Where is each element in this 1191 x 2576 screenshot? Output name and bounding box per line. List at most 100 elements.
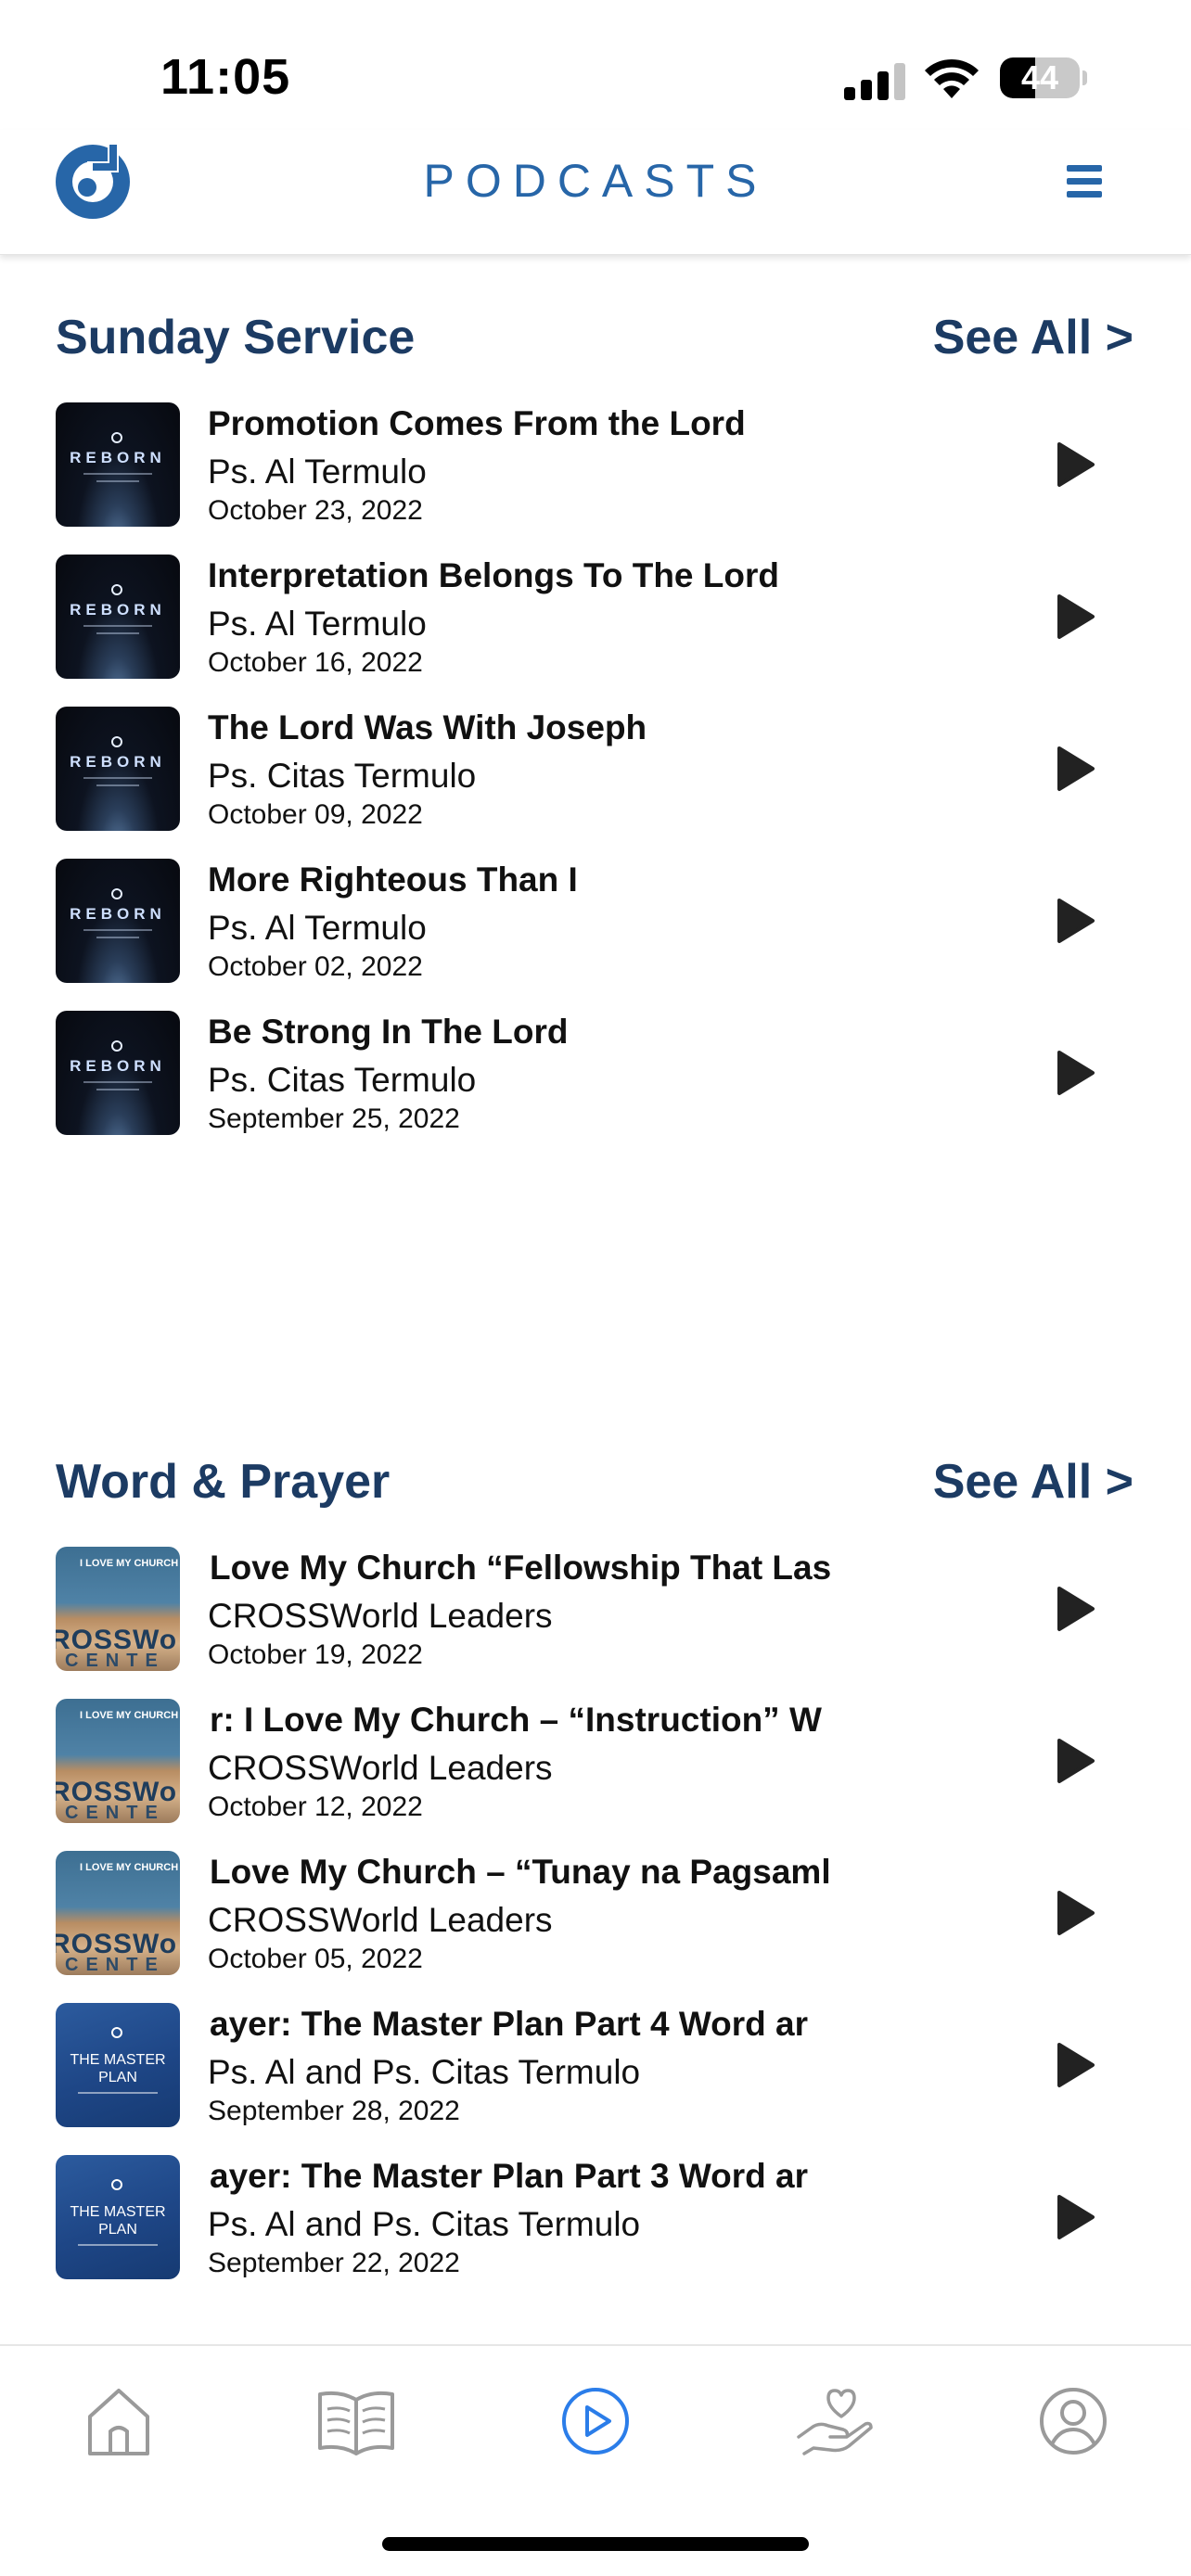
episode-info: Love My Church – “Tunay na Pagsaml CROSS… xyxy=(208,1851,911,1975)
cellular-signal-icon xyxy=(844,61,905,100)
episode-date: September 28, 2022 xyxy=(208,2096,460,2126)
episode-date: September 22, 2022 xyxy=(208,2248,460,2278)
episode-info: Promotion Comes From the Lord Ps. Al Ter… xyxy=(208,402,911,527)
thumbnail-label: REBORN xyxy=(70,1057,166,1075)
see-all-link[interactable]: See All > xyxy=(933,1454,1133,1510)
episode-title: More Righteous Than I xyxy=(208,861,578,899)
play-icon[interactable] xyxy=(1052,441,1098,488)
episode-thumbnail: REBORN xyxy=(56,555,180,679)
play-circle-icon[interactable] xyxy=(554,2379,637,2463)
podcast-item[interactable]: REBORN The Lord Was With Joseph Ps. Cita… xyxy=(56,707,1135,836)
status-time: 11:05 xyxy=(160,49,291,105)
section-header-word-prayer: Word & Prayer See All > xyxy=(56,1454,1135,1519)
episode-date: October 02, 2022 xyxy=(208,951,423,982)
episode-title: Interpretation Belongs To The Lord xyxy=(208,556,779,594)
podcast-item[interactable]: THE MASTER PLAN ayer: The Master Plan Pa… xyxy=(56,2155,1135,2285)
play-icon[interactable] xyxy=(1052,593,1098,640)
battery-nub xyxy=(1082,70,1087,85)
podcast-item[interactable]: I LOVE MY CHURCH ROSSWo CENTE r: I Love … xyxy=(56,1699,1135,1829)
episode-speaker: Ps. Citas Termulo xyxy=(208,1061,477,1099)
section-title: Sunday Service xyxy=(56,311,416,364)
podcast-item[interactable]: I LOVE MY CHURCH ROSSWo CENTE Love My Ch… xyxy=(56,1851,1135,1981)
play-icon[interactable] xyxy=(1052,1586,1098,1632)
book-icon[interactable] xyxy=(314,2379,398,2463)
home-icon[interactable] xyxy=(77,2379,160,2463)
thumbnail-sign-subtext: CENTE xyxy=(65,1651,165,1671)
episode-title: ayer: The Master Plan Part 3 Word ar xyxy=(210,2157,808,2195)
play-icon[interactable] xyxy=(1052,1738,1098,1784)
hamburger-menu-icon[interactable] xyxy=(1063,158,1108,202)
episode-info: Love My Church “Fellowship That Las CROS… xyxy=(208,1547,911,1671)
episode-thumbnail: I LOVE MY CHURCH ROSSWo CENTE xyxy=(56,1851,180,1975)
episode-info: Be Strong In The Lord Ps. Citas Termulo … xyxy=(208,1011,911,1135)
episode-date: October 09, 2022 xyxy=(208,799,423,830)
episode-title: Promotion Comes From the Lord xyxy=(208,404,746,442)
see-all-link[interactable]: See All > xyxy=(933,310,1133,365)
episode-info: ayer: The Master Plan Part 4 Word ar Ps.… xyxy=(208,2003,911,2127)
thumbnail-label: THE MASTER PLAN xyxy=(70,2052,166,2085)
episode-thumbnail: THE MASTER PLAN xyxy=(56,2155,180,2279)
episode-info: Interpretation Belongs To The Lord Ps. A… xyxy=(208,555,911,679)
podcast-item[interactable]: REBORN Interpretation Belongs To The Lor… xyxy=(56,555,1135,684)
episode-date: October 12, 2022 xyxy=(208,1792,423,1822)
page-title: PODCASTS xyxy=(423,155,768,207)
episode-title: Love My Church – “Tunay na Pagsaml xyxy=(210,1853,831,1891)
episode-speaker: Ps. Al Termulo xyxy=(208,909,427,947)
episode-thumbnail: I LOVE MY CHURCH ROSSWo CENTE xyxy=(56,1547,180,1671)
status-bar: 11:05 44 xyxy=(0,0,1191,139)
episode-date: October 16, 2022 xyxy=(208,647,423,678)
thumbnail-label: REBORN xyxy=(70,905,166,923)
episode-thumbnail: REBORN xyxy=(56,707,180,831)
episode-thumbnail: REBORN xyxy=(56,402,180,527)
app-header: PODCASTS xyxy=(0,130,1191,255)
episode-date: October 19, 2022 xyxy=(208,1639,423,1670)
episode-info: ayer: The Master Plan Part 3 Word ar Ps.… xyxy=(208,2155,911,2279)
play-icon[interactable] xyxy=(1052,2194,1098,2240)
thumbnail-label: I LOVE MY CHURCH xyxy=(80,1862,179,1873)
thumbnail-label: REBORN xyxy=(70,753,166,771)
thumbnail-label: REBORN xyxy=(70,449,166,466)
episode-speaker: Ps. Al Termulo xyxy=(208,453,427,491)
play-icon[interactable] xyxy=(1052,1890,1098,1936)
heart-hand-icon[interactable] xyxy=(793,2379,877,2463)
episode-thumbnail: I LOVE MY CHURCH ROSSWo CENTE xyxy=(56,1699,180,1823)
episode-speaker: Ps. Al and Ps. Citas Termulo xyxy=(208,2205,641,2243)
episode-info: More Righteous Than I Ps. Al Termulo Oct… xyxy=(208,859,911,983)
episode-title: Love My Church “Fellowship That Las xyxy=(210,1549,832,1587)
episode-date: October 23, 2022 xyxy=(208,495,423,526)
episode-thumbnail: THE MASTER PLAN xyxy=(56,2003,180,2127)
thumbnail-sign-subtext: CENTE xyxy=(65,1955,165,1975)
thumbnail-label: I LOVE MY CHURCH xyxy=(80,1558,179,1569)
battery-percent: 44 xyxy=(1020,58,1059,96)
home-indicator[interactable] xyxy=(382,2537,809,2551)
wifi-icon xyxy=(925,58,979,98)
episode-speaker: Ps. Al and Ps. Citas Termulo xyxy=(208,2053,641,2091)
episode-speaker: Ps. Al Termulo xyxy=(208,605,427,643)
play-icon[interactable] xyxy=(1052,2042,1098,2088)
episode-title: Be Strong In The Lord xyxy=(208,1013,569,1051)
thumbnail-label: THE MASTER PLAN xyxy=(70,2204,166,2238)
episode-date: October 05, 2022 xyxy=(208,1944,423,1974)
thumbnail-sign-subtext: CENTE xyxy=(65,1803,165,1823)
podcast-item[interactable]: I LOVE MY CHURCH ROSSWo CENTE Love My Ch… xyxy=(56,1547,1135,1677)
episode-info: r: I Love My Church – “Instruction” W CR… xyxy=(208,1699,911,1823)
play-icon[interactable] xyxy=(1052,746,1098,792)
play-icon[interactable] xyxy=(1052,1050,1098,1096)
episode-speaker: CROSSWorld Leaders xyxy=(208,1597,553,1635)
episode-speaker: CROSSWorld Leaders xyxy=(208,1749,553,1787)
section-title: Word & Prayer xyxy=(56,1455,391,1509)
podcast-item[interactable]: REBORN Be Strong In The Lord Ps. Citas T… xyxy=(56,1011,1135,1141)
podcast-item[interactable]: REBORN More Righteous Than I Ps. Al Term… xyxy=(56,859,1135,988)
podcast-item[interactable]: THE MASTER PLAN ayer: The Master Plan Pa… xyxy=(56,2003,1135,2133)
thumbnail-label: I LOVE MY CHURCH xyxy=(80,1710,179,1721)
user-circle-icon[interactable] xyxy=(1031,2379,1115,2463)
episode-speaker: Ps. Citas Termulo xyxy=(208,757,477,795)
episode-thumbnail: REBORN xyxy=(56,1011,180,1135)
podcast-item[interactable]: REBORN Promotion Comes From the Lord Ps.… xyxy=(56,402,1135,532)
episode-title: ayer: The Master Plan Part 4 Word ar xyxy=(210,2005,808,2043)
thumbnail-label: REBORN xyxy=(70,601,166,618)
episode-thumbnail: REBORN xyxy=(56,859,180,983)
episode-title: r: I Love My Church – “Instruction” W xyxy=(210,1701,822,1739)
play-icon[interactable] xyxy=(1052,898,1098,944)
episode-date: September 25, 2022 xyxy=(208,1103,460,1134)
